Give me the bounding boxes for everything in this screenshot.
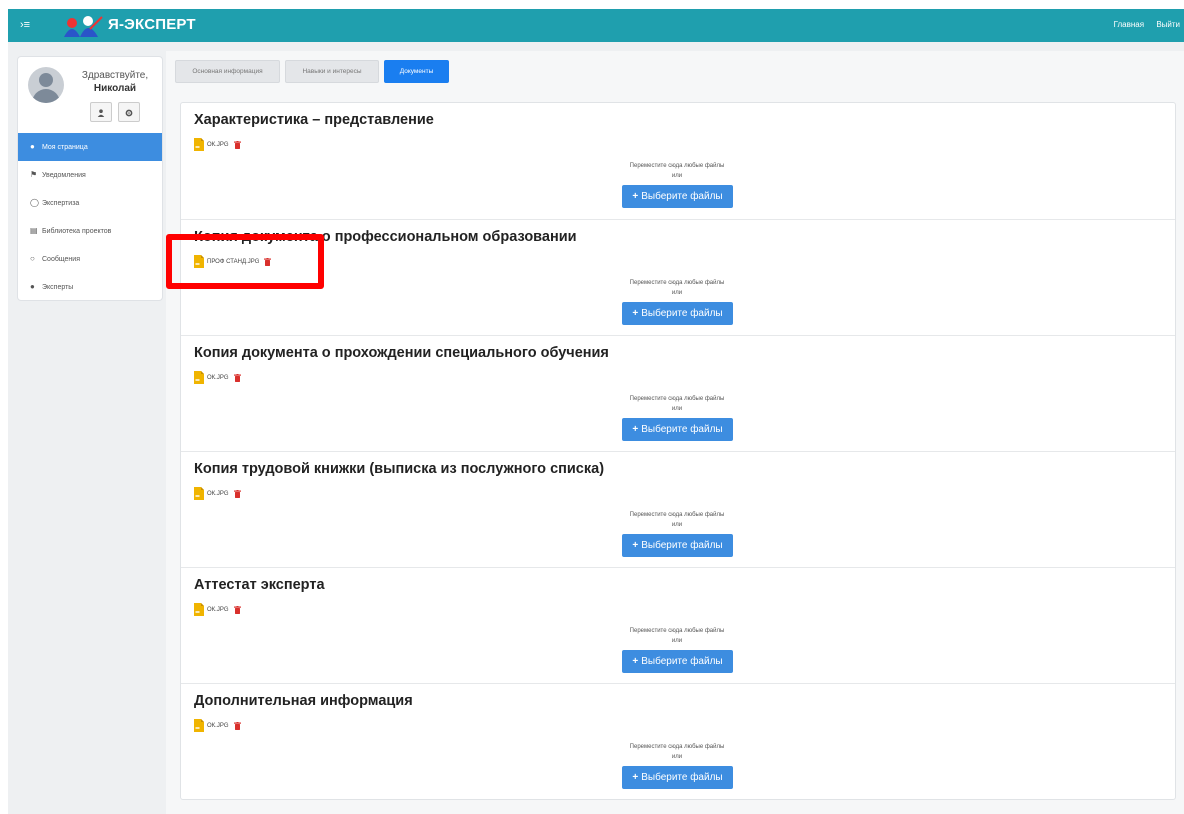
keyboard-icon: ▤ — [30, 226, 38, 235]
settings-button[interactable] — [118, 102, 141, 122]
brand-name[interactable]: Я-ЭКСПЕРТ — [108, 16, 196, 33]
file-row: ОК.JPG — [194, 719, 241, 733]
sidebar-item-expertise[interactable]: ◯ Экспертиза — [18, 189, 162, 217]
drop-zone-or: или — [671, 638, 683, 644]
plus-icon: + — [632, 424, 639, 435]
trash-icon[interactable] — [233, 605, 241, 614]
sidebar-item-experts[interactable]: ● Эксперты — [18, 273, 162, 300]
drop-zone-text: Переместите сюда любые файлы — [629, 744, 725, 750]
section-title: Характеристика – представление — [194, 112, 434, 128]
chat-icon: ○ — [30, 254, 35, 263]
drop-zone-text: Переместите сюда любые файлы — [629, 396, 725, 402]
drop-zone-text: Переместите сюда любые файлы — [629, 280, 725, 286]
file-row: ОК.JPG — [194, 603, 241, 617]
drop-zone[interactable]: Переместите сюда любые файлы или — [601, 510, 753, 530]
users-icon: ● — [30, 282, 35, 291]
circle-check-icon: ◯ — [30, 198, 39, 207]
file-name-link[interactable]: ОК.JPG — [207, 375, 229, 381]
drop-zone-text: Переместите сюда любые файлы — [629, 512, 725, 518]
image-file-icon — [194, 371, 204, 384]
section-title: Копия трудовой книжки (выписка из послуж… — [194, 461, 605, 477]
plus-icon: + — [632, 540, 639, 551]
flag-icon: ⚑ — [30, 170, 38, 179]
drop-zone[interactable]: Переместите сюда любые файлы или — [601, 394, 753, 414]
greeting: Здравствуйте, Николай — [72, 69, 158, 95]
choose-files-button[interactable]: + Выберите файлы — [622, 650, 733, 673]
file-row: ОК.JPG — [194, 487, 241, 501]
nav-links: Главная Выйти — [1104, 20, 1180, 29]
trash-icon[interactable] — [233, 721, 241, 730]
sidebar: Здравствуйте, Николай ● Моя страница ⚑ Уве… — [17, 56, 163, 301]
trash-icon[interactable] — [233, 140, 241, 149]
tab-skills[interactable]: Навыки и интересы — [285, 60, 379, 83]
top-navbar: ›≡ Я-ЭКСПЕРТ Главная Выйти — [8, 9, 1184, 42]
section-title: Копия документа о прохождении специально… — [194, 345, 609, 361]
sidebar-menu: ● Моя страница ⚑ Уведомления ◯ Экспертиза ▤… — [18, 133, 162, 300]
drop-zone-text: Переместите сюда любые файлы — [629, 628, 725, 634]
nav-link-home[interactable]: Главная — [1114, 20, 1144, 29]
drop-zone-or: или — [671, 754, 683, 760]
documents-card: Характеристика – представление ОК.JPG Пере… — [180, 102, 1176, 800]
drop-zone-or: или — [671, 290, 683, 296]
choose-files-button[interactable]: + Выберите файлы — [622, 534, 733, 557]
file-row: ОК.JPG — [194, 371, 241, 385]
tab-basic-info[interactable]: Основная информация — [175, 60, 280, 83]
choose-files-button[interactable]: + Выберите файлы — [622, 418, 733, 441]
drop-zone-or: или — [671, 173, 683, 179]
drop-zone[interactable]: Переместите сюда любые файлы или — [601, 742, 753, 762]
document-section: Копия трудовой книжки (выписка из послуж… — [181, 451, 1175, 568]
trash-icon[interactable] — [233, 373, 241, 382]
choose-files-button[interactable]: + Выберите файлы — [622, 302, 733, 325]
choose-files-button[interactable]: + Выберите файлы — [622, 185, 733, 208]
drop-zone[interactable]: Переместите сюда любые файлы или — [601, 161, 753, 181]
file-name-link[interactable]: ОК.JPG — [207, 491, 229, 497]
document-section: Дополнительная информация ОК.JPG Перемести… — [181, 683, 1175, 800]
file-name-link[interactable]: ОК.JPG — [207, 723, 229, 729]
sidebar-item-library[interactable]: ▤ Библиотека проектов — [18, 217, 162, 245]
document-section: Аттестат эксперта ОК.JPG Переместите сюда … — [181, 567, 1175, 684]
file-name-link[interactable]: ОК.JPG — [207, 142, 229, 148]
document-section: Копия документа о прохождении специально… — [181, 335, 1175, 452]
document-section: Копия документа о профессиональном образ… — [181, 219, 1175, 336]
greeting-text: Здравствуйте, — [81, 70, 149, 81]
image-file-icon — [194, 719, 204, 732]
image-file-icon — [194, 603, 204, 616]
drop-zone[interactable]: Переместите сюда любые файлы или — [601, 278, 753, 298]
highlight-box — [166, 234, 324, 289]
choose-files-button[interactable]: + Выберите файлы — [622, 766, 733, 789]
drop-zone-or: или — [671, 522, 683, 528]
nav-link-logout[interactable]: Выйти — [1156, 20, 1180, 29]
section-title: Дополнительная информация — [194, 693, 413, 709]
image-file-icon — [194, 487, 204, 500]
trash-icon[interactable] — [233, 489, 241, 498]
file-name-link[interactable]: ОК.JPG — [207, 607, 229, 613]
plus-icon: + — [632, 308, 639, 319]
sidebar-toggle-button[interactable]: ›≡ — [20, 18, 30, 32]
file-row: ОК.JPG — [194, 138, 241, 152]
plus-icon: + — [632, 772, 639, 783]
user-name: Николай — [93, 83, 137, 94]
drop-zone[interactable]: Переместите сюда любые файлы или — [601, 626, 753, 646]
profile-actions — [90, 102, 142, 122]
image-file-icon — [194, 138, 204, 151]
tab-documents[interactable]: Документы — [384, 60, 449, 83]
sidebar-item-notifications[interactable]: ⚑ Уведомления — [18, 161, 162, 189]
sidebar-item-my-page[interactable]: ● Моя страница — [18, 133, 162, 161]
profile-button[interactable] — [90, 102, 112, 122]
gear-icon — [126, 109, 133, 117]
plus-icon: + — [632, 656, 639, 667]
user-icon — [97, 109, 105, 117]
sidebar-item-messages[interactable]: ○ Сообщения — [18, 245, 162, 273]
drop-zone-or: или — [671, 406, 683, 412]
logo-icon — [64, 16, 103, 37]
section-title: Аттестат эксперта — [194, 577, 325, 593]
document-section: Характеристика – представление ОК.JPG Пере… — [181, 103, 1175, 219]
avatar — [28, 67, 64, 103]
plus-icon: + — [632, 191, 639, 202]
drop-zone-text: Переместите сюда любые файлы — [629, 163, 725, 169]
user-icon: ● — [30, 142, 35, 151]
